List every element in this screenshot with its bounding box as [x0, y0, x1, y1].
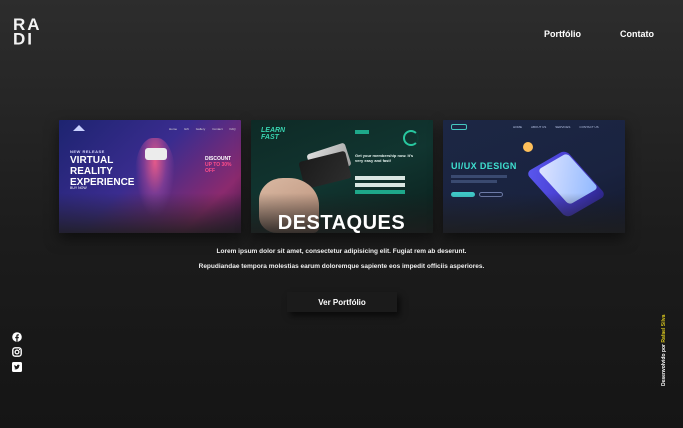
- vr-menu-item: Gallery: [195, 127, 206, 131]
- twitter-icon[interactable]: [12, 362, 22, 372]
- learn-headline: Get your membership now. It's very easy …: [355, 153, 414, 163]
- uiux-primary-button: [451, 192, 475, 197]
- uiux-menu-item: ABOUT US: [531, 125, 547, 129]
- logo[interactable]: RA DI: [13, 16, 43, 51]
- uiux-menu-item: CONTACT US: [579, 125, 599, 129]
- developer-credit-prefix: Desenvolvido por: [661, 344, 667, 386]
- vr-headline: VIRTUAL REALITY EXPERIENCE: [70, 155, 135, 188]
- learn-fast-logo: LEARN FAST: [261, 127, 286, 141]
- uiux-mini-nav: HOME ABOUT US SERVICES CONTACT US: [513, 125, 599, 129]
- vr-menu-item: Contact: [212, 127, 223, 131]
- vr-menu-item: Gift: [184, 127, 189, 131]
- instagram-icon[interactable]: [12, 347, 22, 357]
- vr-menu-item: Home: [169, 127, 178, 131]
- vr-discount: DISCOUNT UP TO 30% OFF: [205, 156, 241, 174]
- uiux-text-line: [451, 175, 507, 178]
- uiux-logo: [451, 124, 467, 130]
- uiux-menu-item: HOME: [513, 125, 522, 129]
- vr-buy-button: BUY NOW: [70, 186, 87, 190]
- view-portfolio-button[interactable]: Ver Portfólio: [287, 292, 397, 312]
- section-text-line-2: Repudiandae tempora molestias earum dolo…: [198, 263, 485, 270]
- learn-signup-button: [355, 130, 369, 134]
- nav-link-contato[interactable]: Contato: [620, 29, 654, 39]
- section-text-line-1: Lorem ipsum dolor sit amet, consectetur …: [216, 248, 467, 255]
- learn-form: [355, 176, 405, 197]
- vr-mini-nav: Home Gift Gallery Contact FAQ: [169, 127, 236, 131]
- facebook-icon[interactable]: [12, 332, 22, 342]
- logo-bottom: DI: [13, 30, 34, 49]
- vr-menu-item: FAQ: [229, 127, 236, 131]
- vr-headset-icon: [145, 148, 167, 160]
- vr-discount-value: UP TO 30% OFF: [205, 162, 232, 174]
- nav-link-portfolio[interactable]: Portfólio: [544, 29, 581, 39]
- social-links: [12, 332, 22, 372]
- uiux-headline: UI/UX DESIGN: [451, 161, 517, 171]
- uiux-menu-item: SERVICES: [555, 125, 571, 129]
- progress-ring-icon: [403, 130, 419, 146]
- section-title: DESTAQUES: [277, 212, 406, 234]
- main-nav: Portfólio Contato: [544, 29, 654, 39]
- uiux-secondary-button: [479, 192, 503, 197]
- decor-sphere-icon: [523, 142, 533, 152]
- vr-logo-icon: [73, 125, 85, 131]
- developer-credit: Desenvolvido por Rafael Silva: [661, 315, 667, 386]
- uiux-text-line: [451, 180, 497, 183]
- vr-new-release: NEW RELEASE: [70, 149, 105, 154]
- developer-name[interactable]: Rafael Silva: [661, 315, 667, 343]
